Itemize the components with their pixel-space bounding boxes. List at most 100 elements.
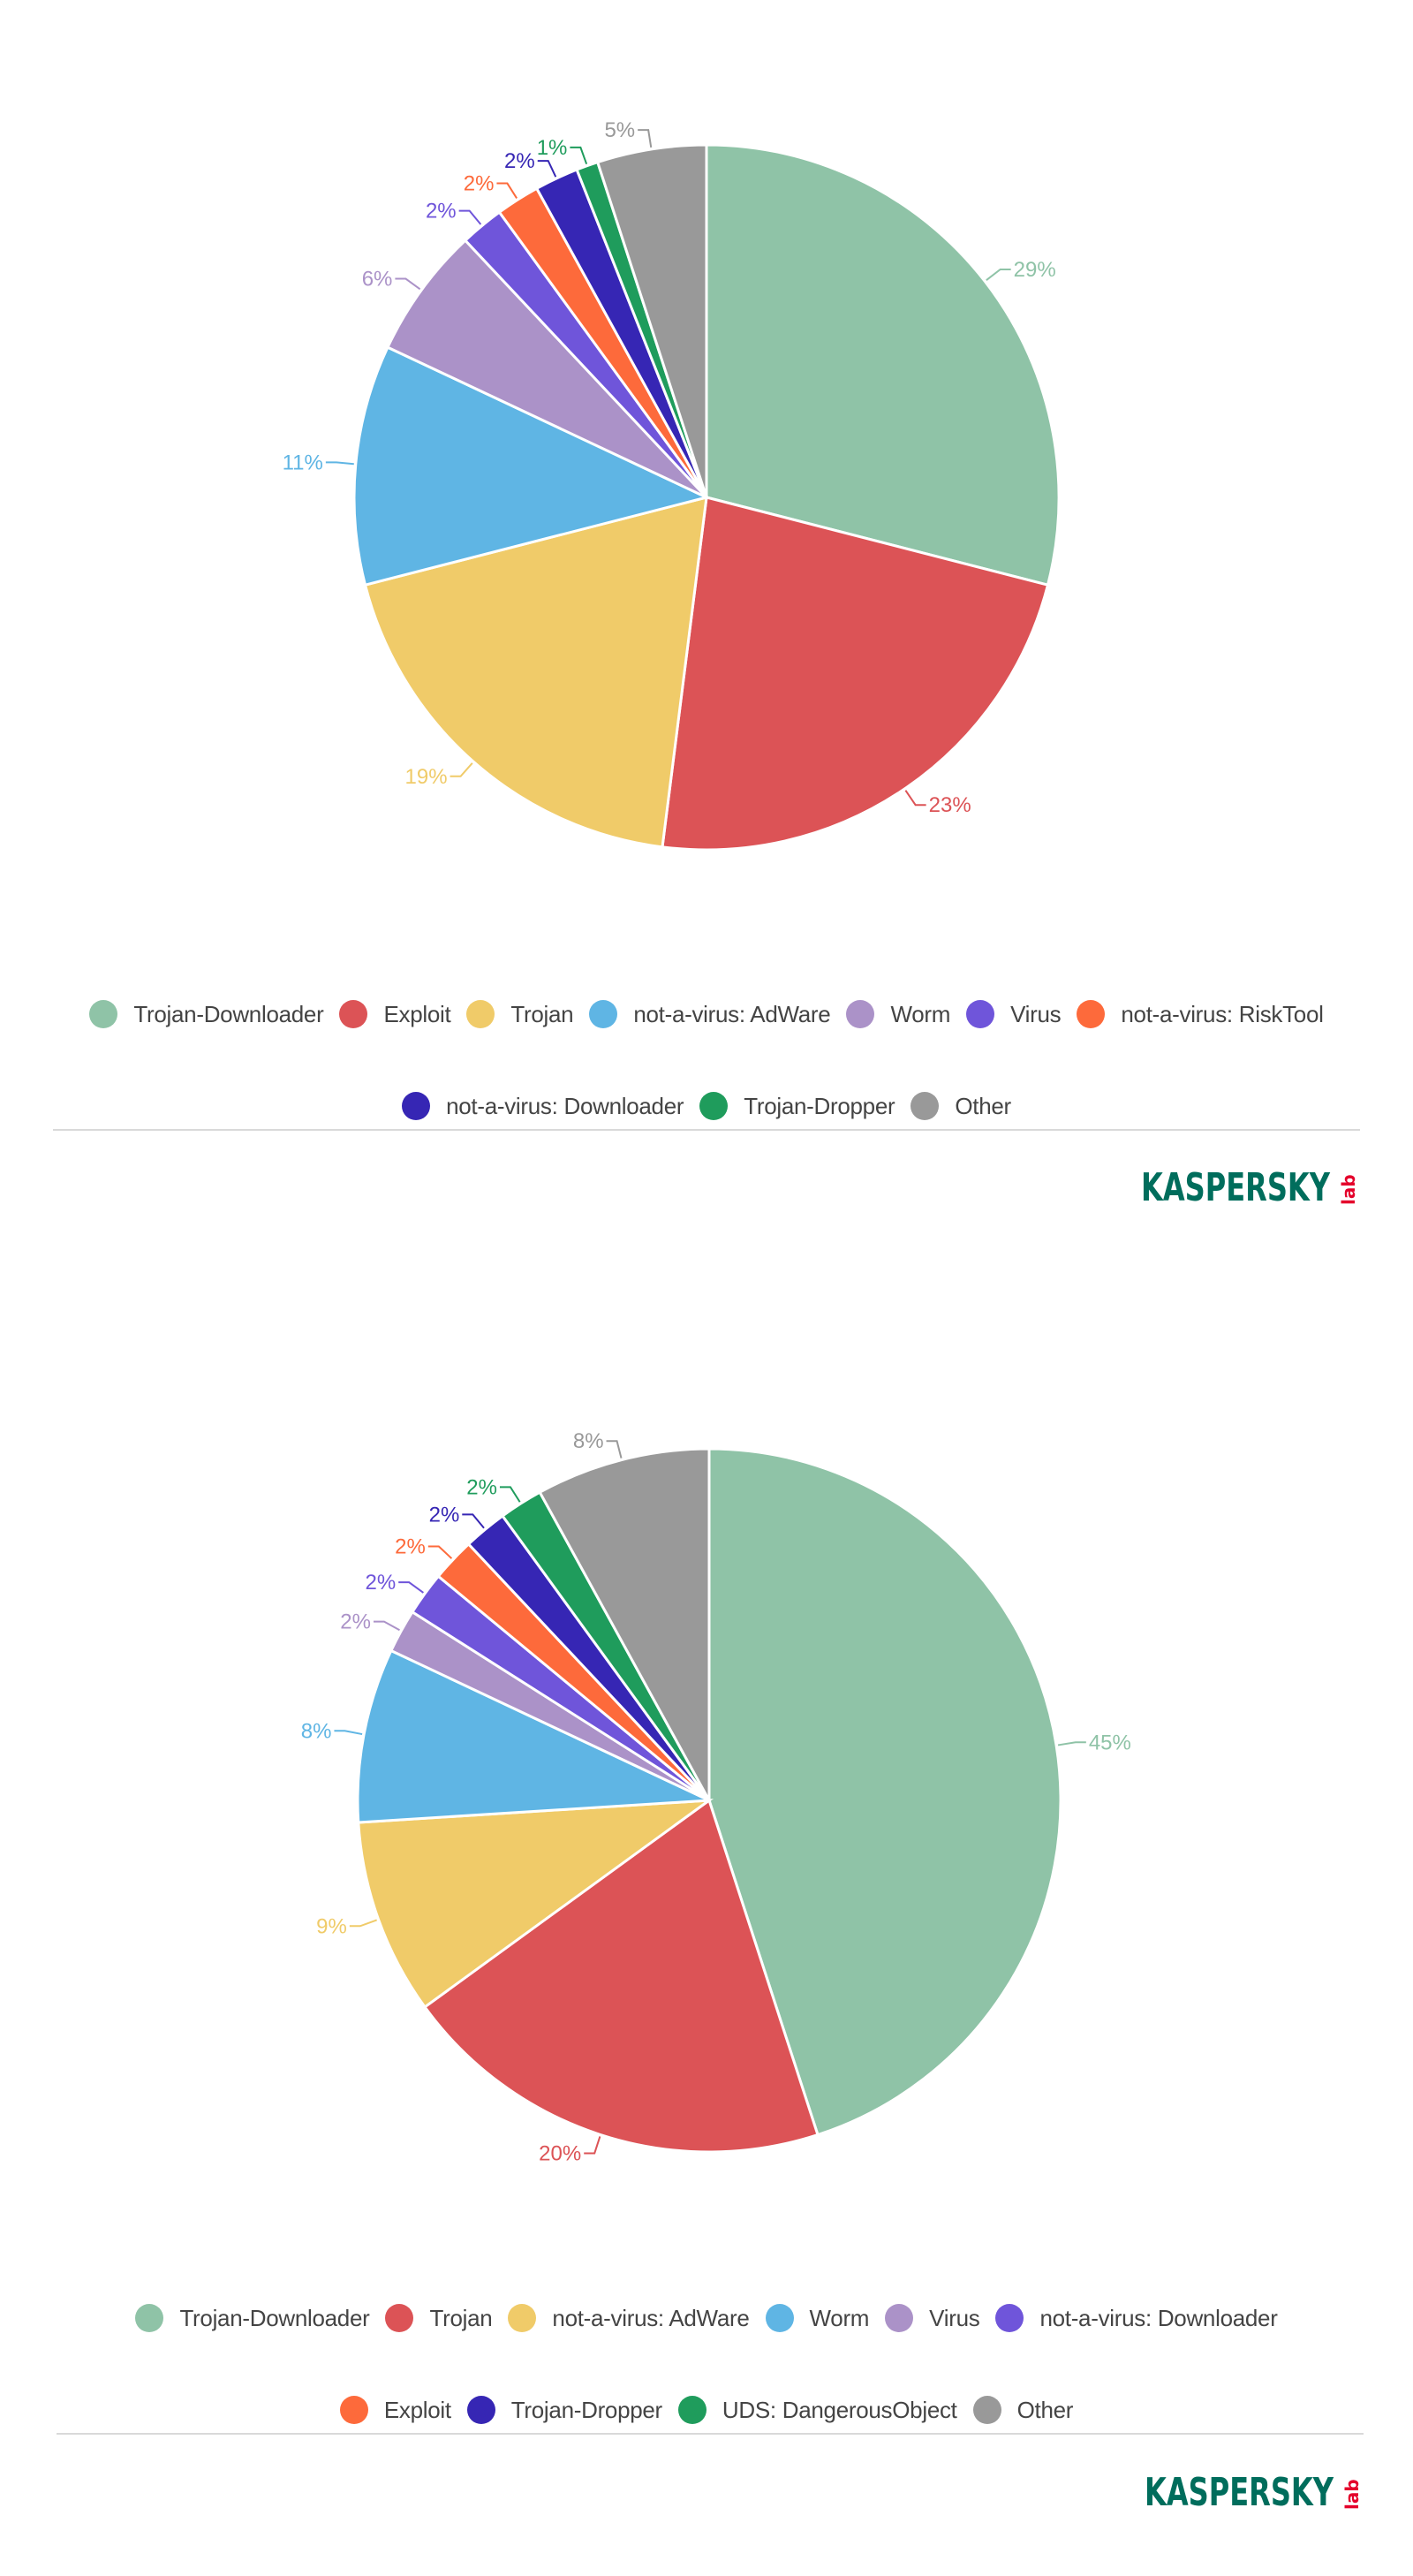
legend-item-exploit[interactable]: Exploit — [339, 2396, 451, 2424]
pie-chart-2: 45%20%9%8%2%2%2%2%2%8% — [301, 1429, 1131, 2165]
legend-item-not-a-virus-downloader[interactable]: not-a-virus: Downloader — [402, 1092, 684, 1120]
legend-item-trojan-dropper[interactable]: Trojan-Dropper — [466, 2396, 662, 2424]
leader-line-not-a-virus-downloader — [398, 1581, 424, 1594]
legend-item-not-a-virus-downloader[interactable]: not-a-virus: Downloader — [995, 2304, 1278, 2332]
legend-swatch-icon — [699, 1092, 729, 1120]
data-label-virus: 2% — [340, 1610, 371, 1634]
leader-line-not-a-virus-adware — [349, 1919, 377, 1928]
data-label-exploit: 2% — [395, 1534, 426, 1558]
legend-label: Virus — [1010, 1000, 1062, 1027]
kaspersky-logo-1: KASPERSKY lab — [1141, 1165, 1359, 1210]
legend-swatch-icon — [508, 2304, 537, 2332]
legend-swatch-icon — [589, 1000, 618, 1028]
data-label-trojan: 20% — [539, 2141, 581, 2165]
legend-item-not-a-virus-adware[interactable]: not-a-virus: AdWare — [508, 2304, 750, 2332]
legend-swatch-icon — [402, 1092, 431, 1120]
legend-row: Trojan-Downloader Exploit Trojan not-a-viru… — [0, 996, 1413, 1032]
data-label-exploit: 23% — [929, 793, 971, 817]
legend-item-trojan-downloader[interactable]: Trojan-Downloader — [89, 1000, 324, 1028]
legend-item-trojan-downloader[interactable]: Trojan-Downloader — [135, 2304, 370, 2332]
legend-label: Exploit — [383, 1000, 451, 1027]
legend-swatch-icon — [89, 1000, 118, 1028]
legend-item-worm[interactable]: Worm — [846, 1000, 950, 1028]
legend-item-virus[interactable]: Virus — [885, 2304, 980, 2332]
leader-line-exploit — [904, 790, 926, 807]
legend-swatch-icon — [339, 2396, 368, 2424]
data-label-trojan-downloader: 29% — [1014, 258, 1056, 282]
legend-swatch-icon — [972, 2396, 1001, 2424]
legend-item-not-a-virus-adware[interactable]: not-a-virus: AdWare — [589, 1000, 831, 1028]
legend-item-trojan[interactable]: Trojan — [466, 1000, 574, 1028]
legend-1: Trojan-Downloader Exploit Trojan not-a-viru… — [0, 996, 1413, 1124]
data-label-uds-dangerousobject: 2% — [466, 1475, 497, 1499]
legend-swatch-icon — [846, 1000, 875, 1028]
data-label-not-a-virus-downloader: 2% — [366, 1571, 397, 1595]
kaspersky-logo-2: KASPERSKY lab — [1145, 2470, 1363, 2515]
legend-swatch-icon — [135, 2304, 164, 2332]
data-label-trojan: 19% — [405, 765, 448, 789]
leader-line-not-a-virus-downloader — [537, 160, 557, 178]
data-label-other: 5% — [604, 118, 635, 142]
legend-label: not-a-virus: AdWare — [552, 2304, 750, 2331]
legend-label: Other — [955, 1092, 1011, 1119]
divider-2 — [57, 2433, 1364, 2435]
data-label-not-a-virus-adware: 9% — [316, 1914, 347, 1938]
legend-item-other[interactable]: Other — [911, 1092, 1011, 1120]
leader-line-virus — [373, 1620, 400, 1632]
legend-label: UDS: DangerousObject — [722, 2396, 957, 2423]
leader-line-other — [606, 1440, 623, 1458]
legend-item-trojan[interactable]: Trojan — [385, 2304, 493, 2332]
leader-line-worm — [334, 1730, 363, 1736]
legend-row: Trojan-Downloader Trojan not-a-virus: AdWa… — [0, 2300, 1413, 2336]
legend-swatch-icon — [339, 1000, 368, 1028]
legend-swatch-icon — [466, 2396, 495, 2424]
legend-item-uds-dangerousobject[interactable]: UDS: DangerousObject — [677, 2396, 957, 2424]
data-label-trojan-dropper: 1% — [537, 136, 568, 160]
legend-label: not-a-virus: AdWare — [633, 1000, 831, 1027]
leader-line-uds-dangerousobject — [499, 1486, 521, 1503]
legend-swatch-icon — [677, 2396, 706, 2424]
legend-label: Worm — [890, 1000, 951, 1027]
legend-label: Virus — [929, 2304, 980, 2331]
legend-item-not-a-virus-risktool[interactable]: not-a-virus: RiskTool — [1077, 1000, 1324, 1028]
legend-swatch-icon — [466, 1000, 495, 1028]
legend-label: not-a-virus: RiskTool — [1121, 1000, 1324, 1027]
leader-line-other — [638, 129, 653, 148]
leader-line-trojan-dropper — [570, 146, 588, 165]
data-label-not-a-virus-adware: 11% — [283, 451, 323, 474]
data-label-virus: 2% — [426, 200, 457, 224]
legend-label: Trojan — [510, 1000, 574, 1027]
legend-swatch-icon — [385, 2304, 414, 2332]
legend-label: Trojan-Dropper — [510, 2396, 662, 2423]
leader-line-trojan — [584, 2136, 601, 2155]
legend-swatch-icon — [885, 2304, 914, 2332]
leader-line-virus — [458, 209, 482, 225]
logo-suffix: lab — [1341, 2479, 1363, 2510]
data-label-not-a-virus-risktool: 2% — [464, 172, 495, 196]
data-label-trojan-downloader: 45% — [1089, 1731, 1131, 1754]
legend-label: Trojan-Downloader — [133, 1000, 324, 1027]
legend-label: Other — [1016, 2396, 1074, 2423]
legend-item-trojan-dropper[interactable]: Trojan-Dropper — [699, 1092, 895, 1120]
data-label-not-a-virus-downloader: 2% — [504, 149, 535, 173]
legend-item-other[interactable]: Other — [972, 2396, 1074, 2424]
legend-swatch-icon — [966, 1000, 995, 1028]
legend-item-worm[interactable]: Worm — [765, 2304, 869, 2332]
logo-wordmark: KASPERSKY — [1145, 2470, 1334, 2515]
legend-item-exploit[interactable]: Exploit — [339, 1000, 451, 1028]
data-label-other: 8% — [573, 1429, 604, 1453]
leader-line-not-a-virus-risktool — [496, 182, 518, 199]
legend-label: Trojan — [429, 2304, 493, 2331]
legend-row: Exploit Trojan-Dropper UDS: DangerousObjec… — [0, 2392, 1413, 2428]
leader-line-worm — [395, 277, 421, 291]
leader-line-trojan-dropper — [462, 1513, 485, 1529]
legend-row: not-a-virus: Downloader Trojan-Dropper Oth… — [0, 1088, 1413, 1124]
legend-label: not-a-virus: Downloader — [1039, 2304, 1278, 2331]
legend-item-virus[interactable]: Virus — [966, 1000, 1062, 1028]
pie-chart-1: 29%23%19%11%6%2%2%2%1%5% — [283, 118, 1061, 852]
leader-line-exploit — [427, 1545, 453, 1559]
legend-label: Trojan-Dropper — [744, 1092, 895, 1119]
legend-label: Exploit — [383, 2396, 451, 2423]
data-label-trojan-dropper: 2% — [429, 1503, 460, 1527]
logo-suffix: lab — [1338, 1174, 1359, 1205]
